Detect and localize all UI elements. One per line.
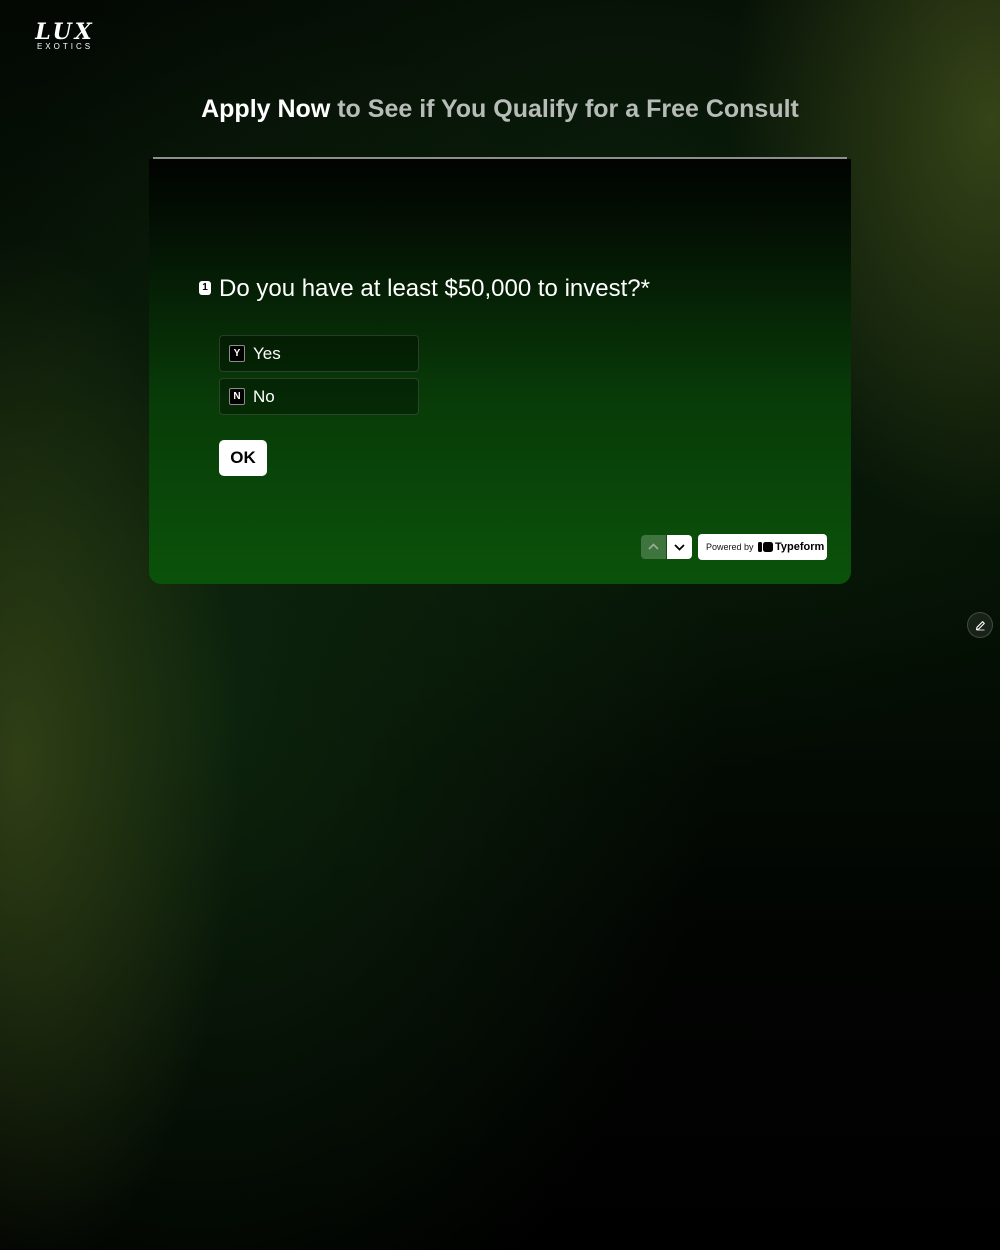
choice-label-no: No xyxy=(253,387,275,406)
powered-by-text: Powered by xyxy=(706,542,754,552)
next-question-button[interactable] xyxy=(667,535,692,559)
edit-button[interactable] xyxy=(967,612,993,638)
choice-no[interactable]: N No xyxy=(219,378,419,415)
brand-subname: EXOTICS xyxy=(36,42,94,51)
choice-label-yes: Yes xyxy=(253,344,281,363)
title-highlight: Apply Now xyxy=(201,95,331,123)
choice-key-yes: Y xyxy=(229,345,245,362)
chevron-down-icon xyxy=(674,544,685,551)
chevron-up-icon xyxy=(648,543,659,550)
typeform-name: Typeform xyxy=(775,541,825,553)
choice-key-no: N xyxy=(229,388,245,405)
question-number-badge: 1 xyxy=(199,281,211,295)
typeform-logo-icon xyxy=(758,542,773,552)
choice-yes[interactable]: Y Yes xyxy=(219,335,419,372)
question-text: Do you have at least $50,000 to invest?* xyxy=(219,275,650,302)
brand-name: LUX xyxy=(35,19,95,45)
form-card: 1 Do you have at least $50,000 to invest… xyxy=(149,159,851,584)
title-rest: to See if You Qualify for a Free Consult xyxy=(330,95,799,123)
page-title: Apply Now to See if You Qualify for a Fr… xyxy=(0,92,1000,126)
brand-logo[interactable]: LUX EXOTICS xyxy=(22,20,108,54)
ok-button[interactable]: OK xyxy=(219,440,267,476)
previous-question-button[interactable] xyxy=(641,535,666,559)
pencil-icon xyxy=(975,621,985,631)
powered-by-typeform-link[interactable]: Powered by Typeform xyxy=(698,534,827,560)
